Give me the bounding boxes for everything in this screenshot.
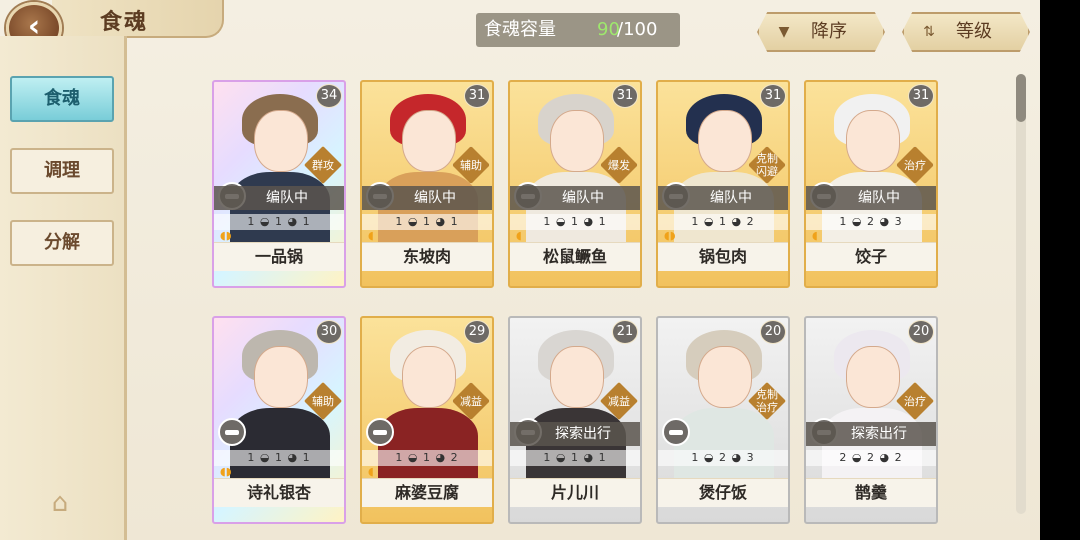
tab-food-souls[interactable]: 食魂 <box>10 76 114 122</box>
status-label: 探索出行 <box>510 422 640 446</box>
ornament-icon: ⌂ <box>51 488 69 518</box>
food-soul-name: 诗礼银杏 <box>214 478 344 507</box>
role-label: 克制治疗 <box>756 388 778 414</box>
flame-icon: ◖◗ <box>664 229 676 242</box>
flame-icon: ◖ <box>368 229 374 242</box>
bowl-icon <box>366 418 394 446</box>
sort-order-label: 降序 <box>811 21 847 42</box>
flame-icon: ◖◗ <box>220 229 232 242</box>
food-soul-card[interactable]: 31 爆发编队中 1 ◒ 1 ◕ 1 ◖ 松鼠鳜鱼 <box>508 80 642 288</box>
upgrade-stats: 1 ◒ 2 ◕ 3 <box>658 450 788 466</box>
upgrade-stats: 1 ◒ 1 ◕ 1 <box>510 214 640 230</box>
food-soul-name: 煲仔饭 <box>658 478 788 507</box>
role-label: 治疗 <box>904 394 926 408</box>
role-label: 克制闪避 <box>756 152 778 178</box>
status-label: 编队中 <box>510 186 640 210</box>
level-badge: 30 <box>316 320 342 344</box>
role-label: 减益 <box>460 394 482 408</box>
tab-decompose[interactable]: 分解 <box>10 220 114 266</box>
role-label: 辅助 <box>312 394 334 408</box>
upgrade-stats: 1 ◒ 1 ◕ 2 <box>362 450 492 466</box>
sort-by-label: 等级 <box>956 21 992 42</box>
tab-label: 食魂 <box>44 88 80 109</box>
upgrade-stats: 1 ◒ 1 ◕ 1 <box>362 214 492 230</box>
tab-label: 分解 <box>44 232 80 253</box>
flame-icon: ◖ <box>368 465 374 478</box>
food-soul-card[interactable]: 29 减益 1 ◒ 1 ◕ 2 ◖ 麻婆豆腐 <box>360 316 494 524</box>
food-soul-name: 东坡肉 <box>362 242 492 271</box>
upgrade-stats: 1 ◒ 1 ◕ 1 <box>214 450 344 466</box>
role-label: 治疗 <box>904 158 926 172</box>
bowl-icon <box>662 418 690 446</box>
level-badge: 31 <box>908 84 934 108</box>
food-soul-card[interactable]: 20 治疗探索出行 2 ◒ 2 ◕ 2 鹊羹 <box>804 316 938 524</box>
tab-label: 调理 <box>44 160 80 181</box>
upgrade-stats: 2 ◒ 2 ◕ 2 <box>806 450 936 466</box>
food-soul-card[interactable]: 20 克制治疗 1 ◒ 2 ◕ 3 煲仔饭 <box>656 316 790 524</box>
food-soul-card[interactable]: 31 辅助编队中 1 ◒ 1 ◕ 1 ◖ 东坡肉 <box>360 80 494 288</box>
food-soul-card[interactable]: 30 辅助 1 ◒ 1 ◕ 1 ◖◗ 诗礼银杏 <box>212 316 346 524</box>
level-badge: 29 <box>464 320 490 344</box>
level-badge: 31 <box>464 84 490 108</box>
role-label: 辅助 <box>460 158 482 172</box>
food-soul-card[interactable]: 21 减益探索出行 1 ◒ 1 ◕ 1 片儿川 <box>508 316 642 524</box>
tab-conditioning[interactable]: 调理 <box>10 148 114 194</box>
page-title: 食魂 <box>100 10 149 35</box>
food-soul-card[interactable]: 31 治疗编队中 1 ◒ 2 ◕ 3 ◖ 饺子 <box>804 80 938 288</box>
capacity-display: 食魂容量 90 /100 <box>476 13 680 47</box>
status-label: 编队中 <box>658 186 788 210</box>
food-soul-name: 鹊羹 <box>806 478 936 507</box>
sidebar: 食魂 调理 分解 ⌂ <box>0 36 127 540</box>
food-soul-card[interactable]: 31 克制闪避编队中 1 ◒ 1 ◕ 2 ◖◗ 锅包肉 <box>656 80 790 288</box>
level-badge: 20 <box>908 320 934 344</box>
sort-order-button[interactable]: ▼ 降序 <box>757 12 885 52</box>
upgrade-stats: 1 ◒ 2 ◕ 3 <box>806 214 936 230</box>
role-label: 群攻 <box>312 158 334 172</box>
food-soul-name: 麻婆豆腐 <box>362 478 492 507</box>
level-badge: 31 <box>612 84 638 108</box>
food-soul-name: 一品锅 <box>214 242 344 271</box>
food-soul-name: 饺子 <box>806 242 936 271</box>
role-label: 爆发 <box>608 158 630 172</box>
level-badge: 34 <box>316 84 342 108</box>
status-label: 探索出行 <box>806 422 936 446</box>
food-soul-card[interactable]: 34 群攻编队中 1 ◒ 1 ◕ 1 ◖◗ 一品锅 <box>212 80 346 288</box>
food-soul-name: 锅包肉 <box>658 242 788 271</box>
capacity-total: /100 <box>617 19 658 40</box>
flame-icon: ◖ <box>812 229 818 242</box>
level-badge: 20 <box>760 320 786 344</box>
bowl-icon <box>218 418 246 446</box>
level-badge: 21 <box>612 320 638 344</box>
header-bar: 食魂 ‹ 食魂容量 90 /100 ▼ 降序 ⇅ 等级 <box>0 0 1040 62</box>
title-banner: 食魂 <box>52 0 224 38</box>
food-soul-grid: 34 群攻 编队中 1 ◒ 1 ◕ 1 ◖◗ 一品锅 31 辅助 编队中 1 ◒ 1 ◕ 1 ◖ 东坡… <box>124 62 1014 540</box>
scrollbar-thumb[interactable] <box>1016 74 1026 122</box>
sort-arrows-icon: ⇅ <box>923 24 935 40</box>
game-screen: 食魂 ‹ 食魂容量 90 /100 ▼ 降序 ⇅ 等级 食魂 调理 分解 ⌂ 3 <box>0 0 1040 540</box>
upgrade-stats: 1 ◒ 1 ◕ 2 <box>658 214 788 230</box>
capacity-label: 食魂容量 <box>484 19 556 40</box>
triangle-down-icon: ▼ <box>778 24 790 40</box>
upgrade-stats: 1 ◒ 1 ◕ 1 <box>510 450 640 466</box>
food-soul-name: 松鼠鳜鱼 <box>510 242 640 271</box>
food-soul-name: 片儿川 <box>510 478 640 507</box>
status-label: 编队中 <box>214 186 344 210</box>
scrollbar[interactable] <box>1016 74 1026 514</box>
level-badge: 31 <box>760 84 786 108</box>
role-label: 减益 <box>608 394 630 408</box>
flame-icon: ◖◗ <box>220 465 232 478</box>
sort-by-level-button[interactable]: ⇅ 等级 <box>902 12 1030 52</box>
status-label: 编队中 <box>806 186 936 210</box>
upgrade-stats: 1 ◒ 1 ◕ 1 <box>214 214 344 230</box>
flame-icon: ◖ <box>516 229 522 242</box>
status-label: 编队中 <box>362 186 492 210</box>
